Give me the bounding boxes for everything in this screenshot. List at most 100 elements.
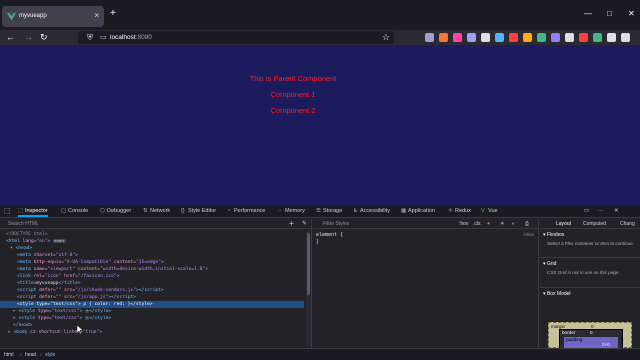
event-badge[interactable]: event <box>53 239 66 243</box>
selected-tree-node[interactable]: <style type="text/css"> p { color: red; … <box>0 301 304 308</box>
tab-label: Accessibility <box>360 208 390 214</box>
close-window-button[interactable]: ✕ <box>628 9 635 18</box>
tab-storage[interactable]: ☰ Storage <box>316 208 342 214</box>
eyedropper-icon[interactable]: ✎ <box>302 220 307 227</box>
breadcrumb-item[interactable]: head <box>25 352 36 358</box>
tree-node[interactable]: <title>myvueapp</title> <box>0 280 304 287</box>
back-button[interactable]: ← <box>6 32 15 42</box>
rules-pane: Filter Styles :hov .cls + ☀ ◐ ⎙ element … <box>313 219 539 348</box>
tab-debugger[interactable]: ⬡ Debugger <box>100 208 131 214</box>
hover-state-toggle[interactable]: :hov <box>459 221 468 227</box>
close-devtools-icon[interactable]: ✕ <box>614 208 619 214</box>
extension-icon[interactable] <box>453 33 462 42</box>
extension-icon[interactable] <box>621 33 630 42</box>
boxmodel-section[interactable]: ▾ Box Model <box>543 291 571 297</box>
tab-inspector[interactable]: ⬚ Inspector <box>18 208 48 217</box>
new-tab-button[interactable]: + <box>110 9 116 19</box>
extension-icon[interactable] <box>467 33 476 42</box>
tree-node[interactable]: ▸ <body cz-shortcut-listen="true"> <box>0 329 304 336</box>
grid-section[interactable]: ▾ Grid <box>543 261 556 267</box>
class-toggle[interactable]: .cls <box>473 221 481 227</box>
rules-toolbar: Filter Styles :hov .cls + ☀ ◐ ⎙ <box>313 219 539 229</box>
tab-computed[interactable]: Computed <box>583 221 606 227</box>
tab-application[interactable]: ▦ Application <box>401 208 435 214</box>
console-icon: ▢ <box>61 208 67 214</box>
application-icon: ▦ <box>401 208 407 214</box>
tree-node[interactable]: ▾ <head> <box>0 245 304 252</box>
extension-icon[interactable] <box>509 33 518 42</box>
grid-title: Grid <box>546 261 557 267</box>
extension-icon[interactable] <box>565 33 574 42</box>
breadcrumb: html › head › style <box>0 348 640 360</box>
tree-node[interactable]: <script defer="" src="/js/chunk-vendors.… <box>0 287 304 294</box>
bookmark-star-icon[interactable]: ☆ <box>382 32 390 43</box>
bm-border-box: border 0 padding 0×0 <box>559 329 623 349</box>
tab-console[interactable]: ▢ Console <box>61 208 88 214</box>
reload-button[interactable]: ↻ <box>40 32 48 42</box>
extension-icon[interactable] <box>481 33 490 42</box>
extension-icon[interactable] <box>425 33 434 42</box>
filter-styles-input[interactable]: Filter Styles <box>323 221 349 227</box>
extension-icon[interactable] <box>495 33 504 42</box>
tab-label: Storage <box>323 208 343 214</box>
tracking-shield-icon[interactable]: ⛨ <box>87 33 93 43</box>
memory-icon: ◌ <box>278 208 282 214</box>
extension-icon[interactable] <box>607 33 616 42</box>
bm-border-value[interactable]: 0 <box>590 330 593 335</box>
print-media-icon[interactable]: ⎙ <box>525 221 529 227</box>
flexbox-section[interactable]: ▾ Flexbox <box>543 232 564 238</box>
tab-style-editor[interactable]: {} Style Editor <box>181 208 216 214</box>
tab-label: Performance <box>234 208 266 214</box>
extension-icon[interactable] <box>537 33 546 42</box>
breadcrumb-separator: › <box>20 352 22 358</box>
tree-node[interactable]: <script defer="" src="/js/app.js"></scri… <box>0 294 304 301</box>
extension-icon[interactable] <box>579 33 588 42</box>
tree-node[interactable]: <html lang="en"> event <box>0 238 304 245</box>
flexbox-note: Select a Flex container or item to conti… <box>547 241 635 246</box>
element-rule-selector[interactable]: element { <box>316 232 343 238</box>
element-picker-icon[interactable]: ⬚ <box>4 207 11 215</box>
page-info-icon[interactable]: ▭ <box>100 33 107 41</box>
dark-theme-icon[interactable]: ◐ <box>512 221 515 227</box>
tab-layout[interactable]: Layout <box>556 221 571 227</box>
tree-node[interactable]: <meta http-equiv="X-UA-Compatible" conte… <box>0 259 304 266</box>
tab-close-icon[interactable]: × <box>94 11 99 20</box>
minimize-button[interactable]: — <box>584 9 592 18</box>
dock-options-icon[interactable]: ▭ <box>584 208 589 214</box>
tab-network[interactable]: ⇅ Network <box>143 208 170 214</box>
tab-label: Memory <box>285 208 305 214</box>
light-theme-icon[interactable]: ☀ <box>500 221 504 227</box>
add-rule-button[interactable]: + <box>487 221 490 227</box>
more-options-icon[interactable]: ⋯ <box>598 208 604 214</box>
extension-icon[interactable] <box>593 33 602 42</box>
extension-icon[interactable] <box>439 33 448 42</box>
breadcrumb-item[interactable]: html <box>4 352 13 358</box>
tree-node[interactable]: </head> <box>0 322 304 329</box>
tab-vue[interactable]: V Vue <box>481 208 498 214</box>
url-bar[interactable]: ⛨ ▭ localhost:8080 ☆ <box>78 31 394 44</box>
layout-pane: Layout Computed Chang ▾ Flexbox Select a… <box>540 219 640 349</box>
tab-memory[interactable]: ◌ Memory <box>278 208 305 214</box>
extension-icon[interactable] <box>551 33 560 42</box>
devtools-panel: ⬚ ⬚ Inspector ▢ Console ⬡ Debugger ⇅ Network… <box>0 205 640 360</box>
tree-node[interactable]: <link rel="icon" href="/favicon.ico"> <box>0 273 304 280</box>
tree-node[interactable]: <meta charset="utf-8"> <box>0 252 304 259</box>
tab-label: Debugger <box>107 208 132 214</box>
add-node-button[interactable]: + <box>289 219 294 228</box>
extension-icon[interactable] <box>523 33 532 42</box>
tree-node[interactable]: <meta name="viewport" content="width=dev… <box>0 266 304 273</box>
tab-performance[interactable]: ◔ Performance <box>227 208 266 214</box>
tree-node[interactable]: <!DOCTYPE html> <box>0 231 304 238</box>
browser-tab[interactable]: myvueapp × <box>2 6 104 27</box>
search-html-input[interactable]: Search HTML <box>8 221 39 227</box>
tree-node[interactable]: ▸ <style type="text/css"> ⋯</style> <box>0 308 304 315</box>
tab-accessibility[interactable]: ♿ Accessibility <box>353 208 390 214</box>
forward-button[interactable]: → <box>24 32 33 42</box>
maximize-button[interactable]: □ <box>607 9 612 18</box>
markup-scroll-thumb[interactable] <box>307 233 310 295</box>
tab-redux[interactable]: ⚛ Redux <box>448 208 471 214</box>
tree-node[interactable]: ▸ <style type="text/css"> ⋯</style> <box>0 315 304 322</box>
url-text[interactable]: localhost:8080 <box>110 34 152 41</box>
tab-changes[interactable]: Chang <box>620 221 635 227</box>
breadcrumb-item-active[interactable]: style <box>45 352 55 358</box>
